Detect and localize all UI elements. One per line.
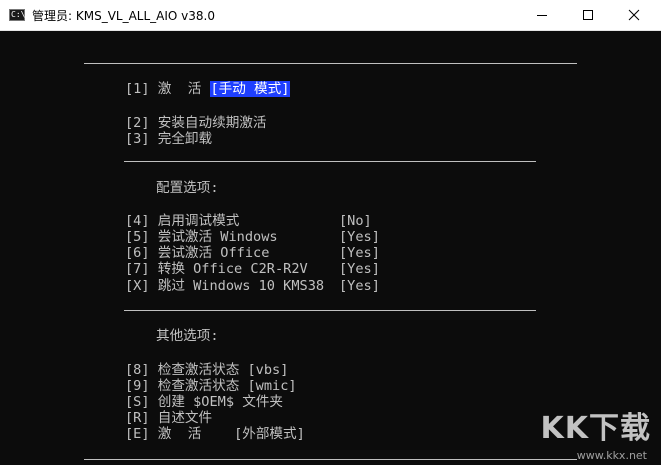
menu-label: 创建 $OEM$ 文件夹 [157,394,284,410]
close-icon [628,9,640,21]
separator-2 [124,310,536,311]
window-title: 管理员: KMS_VL_ALL_AIO v38.0 [32,9,216,23]
menu-key: [X] [125,278,150,294]
menu-item-check-vbs[interactable]: [8] 检查激活状态 [vbs] [125,362,288,378]
close-button[interactable] [611,0,657,30]
menu-label: 自述文件 [157,410,213,426]
cmd-icon-glyph: C:\ [11,10,26,19]
menu-key: [E] [125,426,150,442]
menu-label: 尝试激活 Windows [157,229,278,245]
cmd-icon: C:\ [9,9,25,21]
menu-item-uninstall[interactable]: [3] 完全卸载 [125,131,212,147]
menu-key: [5] [125,229,150,245]
menu-label: 激 活 [157,426,202,442]
menu-item-convert-office[interactable]: [7] 转换 Office C2R-R2V [125,261,308,277]
debug-value: [No] [339,213,372,229]
separator-1 [124,161,536,162]
mode-badge: [手动 模式] [209,81,291,97]
skip-win10-value: [Yes] [339,278,380,294]
menu-item-debug[interactable]: [4] 启用调试模式 [125,213,239,229]
watermark-url: www.kkx.net [576,449,647,462]
minimize-button[interactable] [519,0,565,30]
separator-bottom [84,459,577,460]
menu-label: 检查激活状态 [vbs] [157,362,289,378]
config-options-heading: 配置选项: [156,180,219,196]
menu-item-readme[interactable]: [R] 自述文件 [125,410,212,426]
menu-key: [2] [125,115,150,131]
menu-key: [6] [125,245,150,261]
menu-item-try-office[interactable]: [6] 尝试激活 Office [125,245,269,261]
menu-item-skip-win10[interactable]: [X] 跳过 Windows 10 KMS38 [125,278,324,294]
menu-label: 跳过 Windows 10 KMS38 [157,278,325,294]
convert-office-value: [Yes] [339,261,380,277]
menu-key: [S] [125,394,150,410]
menu-label: 完全卸载 [157,131,213,147]
menu-key: [8] [125,362,150,378]
menu-key: [1] [125,81,150,97]
console-area[interactable]: [1] 激 活 [手动 模式] [2] 安装自动续期激活 [3] 完全卸载 配置… [0,31,661,465]
title-bar[interactable]: C:\ 管理员: KMS_VL_ALL_AIO v38.0 [0,0,661,31]
menu-item-activate[interactable]: [1] 激 活 [手动 模式] [125,81,291,97]
try-windows-value: [Yes] [339,229,380,245]
menu-item-external[interactable]: [E] 激 活 [外部模式] [125,426,305,442]
menu-key: [3] [125,131,150,147]
menu-label: 尝试激活 Office [157,245,270,261]
menu-key: [9] [125,378,150,394]
menu-key: [R] [125,410,150,426]
other-options-heading: 其他选项: [156,328,219,344]
menu-item-install-auto[interactable]: [2] 安装自动续期激活 [125,115,267,131]
menu-item-create-oem[interactable]: [S] 创建 $OEM$ 文件夹 [125,394,283,410]
menu-item-try-windows[interactable]: [5] 尝试激活 Windows [125,229,278,245]
separator-top [84,63,577,64]
watermark-logo: KK下载 [540,411,651,446]
maximize-icon [583,10,593,20]
menu-item-check-wmic[interactable]: [9] 检查激活状态 [wmic] [125,378,297,394]
menu-label: 检查激活状态 [wmic] [157,378,297,394]
menu-key: [4] [125,213,150,229]
menu-label: 激 活 [157,81,202,97]
menu-label: 启用调试模式 [157,213,240,229]
menu-label: 转换 Office C2R-R2V [157,261,308,277]
menu-key: [7] [125,261,150,277]
maximize-button[interactable] [565,0,611,30]
menu-label: 安装自动续期激活 [157,115,267,131]
minimize-icon [537,15,547,16]
external-mode-label: [外部模式] [234,426,305,442]
try-office-value: [Yes] [339,245,380,261]
